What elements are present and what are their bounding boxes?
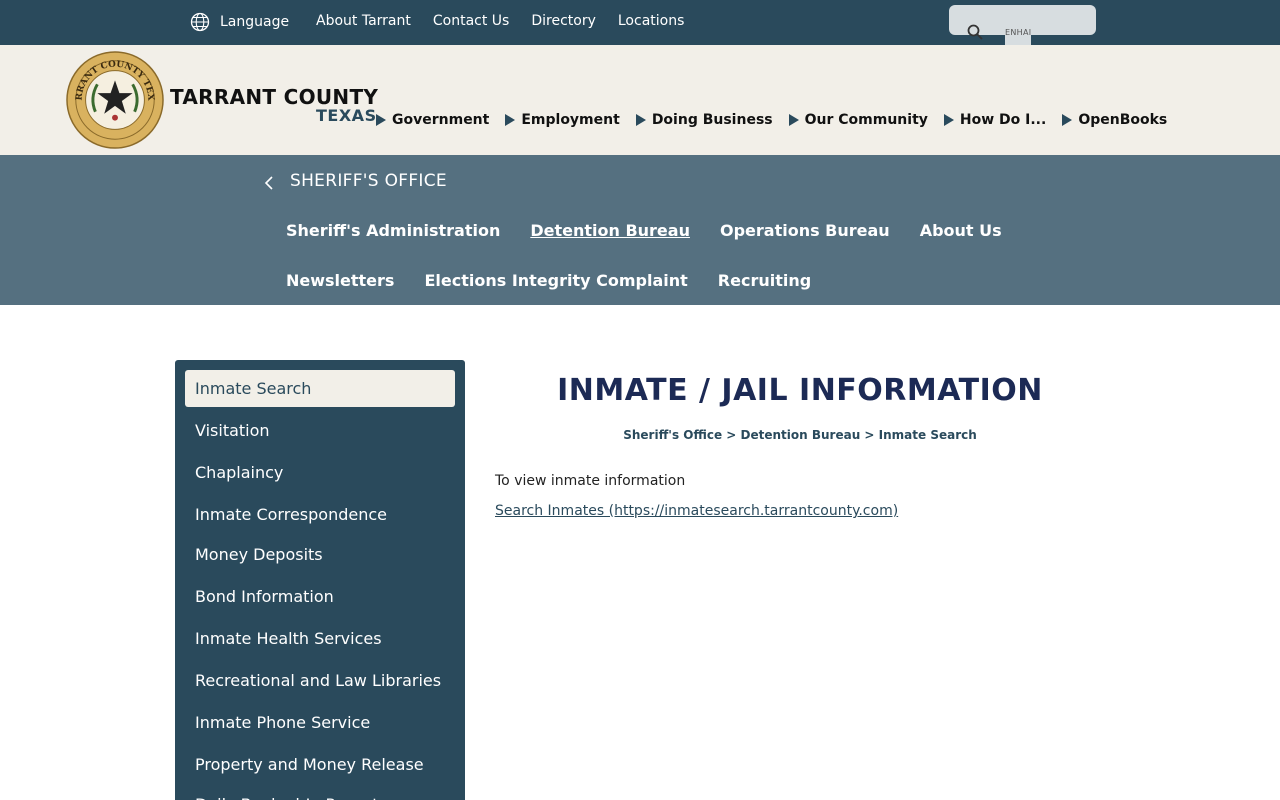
nav-label: Our Community [804, 112, 928, 128]
language-selector[interactable]: Language [190, 12, 289, 32]
side-item-bond-information[interactable]: Bond Information [185, 578, 455, 615]
language-label: Language [220, 14, 290, 30]
side-item-visitation[interactable]: Visitation [185, 412, 455, 449]
nav-label: Government [392, 112, 490, 128]
subnav-newsletters[interactable]: Newsletters [286, 271, 394, 290]
nav-employment[interactable]: Employment [505, 112, 620, 128]
nav-doing-business[interactable]: Doing Business [635, 112, 773, 128]
triangle-right-icon [1062, 114, 1073, 126]
site-header: TARRANT COUNTY TEXAS TARRANT COUNTY TEXA… [0, 45, 1280, 155]
triangle-right-icon [943, 114, 954, 126]
back-button[interactable] [263, 175, 275, 195]
side-item-inmate-correspondence[interactable]: Inmate Correspondence [185, 496, 455, 533]
contact-us-link[interactable]: Contact Us [433, 13, 509, 29]
nav-how-do-i[interactable]: How Do I... [943, 112, 1047, 128]
nav-label: Doing Business [651, 112, 773, 128]
subnav-operations-bureau[interactable]: Operations Bureau [720, 221, 890, 240]
department-nav-row-2: Newsletters Elections Integrity Complain… [286, 271, 811, 290]
side-menu: Inmate Search Visitation Chaplaincy Inma… [175, 360, 465, 800]
nav-label: OpenBooks [1078, 112, 1168, 128]
side-item-inmate-health-services[interactable]: Inmate Health Services [185, 620, 455, 657]
side-item-property-money-release[interactable]: Property and Money Release [185, 746, 455, 783]
nav-label: How Do I... [959, 112, 1047, 128]
directory-link[interactable]: Directory [531, 13, 596, 29]
department-banner: SHERIFF'S OFFICE Sheriff's Administratio… [0, 155, 1280, 305]
department-nav-row-1: Sheriff's Administration Detention Burea… [286, 221, 1002, 240]
enhanced-search-label: ENHAI [1005, 28, 1032, 45]
main-nav: Government Employment Doing Business Our… [376, 112, 1167, 128]
site-subtitle: TEXAS [316, 106, 377, 125]
subnav-about-us[interactable]: About Us [920, 221, 1002, 240]
subnav-elections-integrity-complaint[interactable]: Elections Integrity Complaint [424, 271, 687, 290]
side-item-chaplaincy[interactable]: Chaplaincy [185, 454, 455, 491]
search-icon[interactable] [967, 24, 983, 40]
breadcrumb: Sheriff's Office > Detention Bureau > In… [623, 428, 977, 442]
intro-text: To view inmate information [495, 473, 686, 489]
search-inmates-link[interactable]: Search Inmates (https://inmatesearch.tar… [495, 503, 898, 519]
triangle-right-icon [788, 114, 799, 126]
side-item-recreational-law-libraries[interactable]: Recreational and Law Libraries [185, 662, 455, 699]
triangle-right-icon [505, 114, 516, 126]
nav-openbooks[interactable]: OpenBooks [1062, 112, 1167, 128]
side-item-daily-booked-in-report[interactable]: Daily Booked-In Report [185, 786, 455, 800]
subnav-detention-bureau[interactable]: Detention Bureau [530, 221, 690, 240]
page-title: INMATE / JAIL INFORMATION [557, 373, 1043, 408]
locations-link[interactable]: Locations [618, 13, 685, 29]
side-item-inmate-phone-service[interactable]: Inmate Phone Service [185, 704, 455, 741]
department-title[interactable]: SHERIFF'S OFFICE [290, 171, 447, 191]
utility-bar: Language About Tarrant Contact Us Direct… [0, 0, 1280, 45]
county-seal-logo[interactable]: TARRANT COUNTY TEXAS [66, 51, 164, 149]
about-tarrant-link[interactable]: About Tarrant [316, 13, 411, 29]
triangle-right-icon [376, 114, 386, 126]
chevron-left-icon [264, 176, 273, 190]
side-item-inmate-search[interactable]: Inmate Search [185, 370, 455, 407]
nav-government[interactable]: Government [376, 112, 489, 128]
triangle-right-icon [635, 114, 646, 126]
globe-icon [190, 12, 210, 32]
nav-our-community[interactable]: Our Community [788, 112, 928, 128]
side-item-money-deposits[interactable]: Money Deposits [185, 536, 455, 573]
utility-links: About Tarrant Contact Us Directory Locat… [316, 13, 684, 29]
subnav-sheriffs-administration[interactable]: Sheriff's Administration [286, 221, 500, 240]
nav-label: Employment [521, 112, 620, 128]
subnav-recruiting[interactable]: Recruiting [718, 271, 811, 290]
search-input[interactable]: ENHAI [949, 5, 1096, 45]
